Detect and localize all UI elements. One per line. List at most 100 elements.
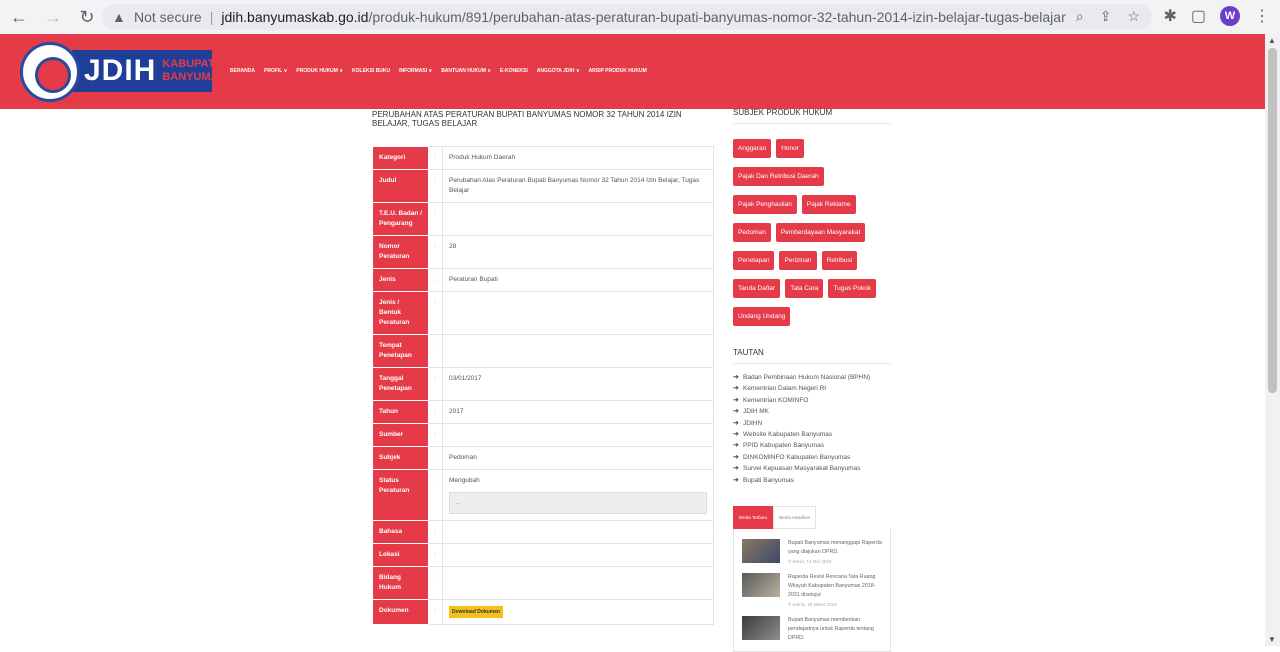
tag-tata-cara[interactable]: Tata Cara [785,279,824,298]
status-value: Mengubah [449,477,480,484]
row-value: Perubahan Atas Peraturan Bupati Banyumas… [442,169,714,203]
menu-arsip-produk-hukum[interactable]: ARSIP PRODUK HUKUM [589,68,647,74]
row-key: Bidang Hukum [372,566,429,600]
row-value [442,423,714,447]
site-header: JDIH KABUPATEN BANYUMAS BERANDA PROFIL ∨… [0,34,1265,109]
table-row: Jenis / Bentuk Peraturan: [372,291,714,335]
link-label: PPID Kabupaten Banyumas [743,442,824,450]
news-thumbnail [742,539,780,564]
row-colon: : [428,291,443,335]
news-body: Bupati Banyumas memberikan pendapatnya u… [788,616,882,643]
news-thumbnail [742,573,780,598]
menu-beranda[interactable]: BERANDA [230,68,255,74]
news-item[interactable]: Bupati Banyumas memberikan pendapatnya u… [742,616,882,643]
table-row: Judul: Perubahan Atas Peraturan Bupati Ba… [372,169,714,203]
scroll-up-icon[interactable]: ▲ [1268,36,1276,45]
tag-perizinan[interactable]: Perizinan [779,251,817,270]
tag-penetapan[interactable]: Penetapan [733,251,775,270]
menu-informasi[interactable]: INFORMASI ∨ [399,68,432,74]
tag-honor[interactable]: Honor [776,139,804,158]
news-body: Raperda Revisi Rencana Tata Ruang Wilaya… [788,573,882,608]
table-row: Kategori: Produk Hukum Daerah [372,146,714,170]
list-item[interactable]: ➔ Website Kabupaten Banyumas [733,429,891,440]
menu-kebab-icon[interactable]: ⋮ [1254,6,1270,26]
browser-actions: ✱ ▢ W ⋮ [1163,6,1270,26]
reload-icon[interactable]: ↻ [78,7,96,28]
link-label: JDIHN [743,419,763,427]
tab-berita-headline[interactable]: Berita Headline [773,506,816,530]
row-colon: : [428,400,443,424]
tag-retribusi[interactable]: Retribusi [821,251,858,270]
arrow-right-icon: ➔ [733,385,739,393]
tag-tugas-pokok[interactable]: Tugas Pokok [828,279,877,298]
address-bar[interactable]: ▲ Not secure | jdih.banyumaskab.go.id /p… [102,4,1152,30]
table-row: Sumber: [372,423,714,447]
tag-pemberdayaan-masyarakat[interactable]: Pemberdayaan Masyarakat [775,223,866,242]
browser-toolbar: ← → ↻ ▲ Not secure | jdih.banyumaskab.go… [0,0,1280,34]
row-value: 03/01/2017 [442,367,714,401]
row-key: Tanggal Penetapan [372,367,429,401]
row-colon: : [428,520,443,544]
zoom-icon[interactable]: ⌕ [1076,8,1084,25]
tag-pajak-reklame[interactable]: Pajak Reklame [801,195,856,214]
list-item[interactable]: ➔ DINKOMINFO Kabupaten Banyumas [733,452,891,463]
list-item[interactable]: ➔ Badan Pembinaan Hukum Nasional (BPHN) [733,372,891,383]
link-label: Kementrian Dalam Negeri RI [743,385,827,393]
link-label: JDIH MK [743,408,769,416]
list-item[interactable]: ➔ PPID Kabupaten Banyumas [733,440,891,451]
table-row: T.E.U. Badan / Pengarang: [372,202,714,236]
row-value [442,291,714,335]
scrollbar-thumb[interactable] [1268,48,1277,393]
tautan-heading: TAUTAN [733,348,891,364]
site-logo[interactable]: JDIH KABUPATEN BANYUMAS [20,42,230,102]
download-document-button[interactable]: Download Dokumen [449,606,504,618]
page-scrollbar[interactable]: ▲ ▼ [1265,34,1280,646]
row-key: Judul [372,169,429,203]
arrow-right-icon: ➔ [733,431,739,439]
row-key: Sumber [372,423,429,447]
tag-pajak-penghasilan[interactable]: Pajak Penghasilan [733,195,797,214]
tag-tanda-daftar[interactable]: Tanda Daftar [733,279,781,298]
extensions-icon[interactable]: ✱ [1163,6,1176,26]
share-icon[interactable]: ⇪ [1100,8,1112,25]
list-item[interactable]: ➔ Kementrian Dalam Negeri RI [733,383,891,394]
tag-pajak-dan-retribusi[interactable]: Pajak Dan Retribusi Daerah [733,167,824,186]
news-title: Raperda Revisi Rencana Tata Ruang Wilaya… [788,574,876,599]
menu-koleksi-buku[interactable]: KOLEKSI BUKU [352,68,390,74]
profile-avatar[interactable]: W [1220,6,1240,26]
news-item[interactable]: Bupati Banyumas menanggapi Raperda yang … [742,539,882,565]
row-value: Peraturan Bupati [442,268,714,292]
row-key: T.E.U. Badan / Pengarang [372,202,429,236]
page-title: PERUBAHAN ATAS PERATURAN BUPATI BANYUMAS… [372,110,682,128]
menu-profil[interactable]: PROFIL ∨ [264,68,287,74]
tag-pedoman[interactable]: Pedoman [733,223,771,242]
link-label: Kementrian KOMINFO [743,396,809,404]
scroll-down-icon[interactable]: ▼ [1268,635,1276,644]
news-item[interactable]: Raperda Revisi Rencana Tata Ruang Wilaya… [742,573,882,608]
tag-undang-undang[interactable]: Undang Undang [733,307,791,326]
list-item[interactable]: ➔ Survei Kepuasan Masyarakat Banyumas [733,463,891,474]
bookmark-star-icon[interactable]: ☆ [1127,8,1140,25]
list-item[interactable]: ➔ JDIH MK [733,406,891,417]
list-item[interactable]: ➔ JDIHN [733,418,891,429]
side-panel-icon[interactable]: ▢ [1191,6,1206,26]
list-item[interactable]: ➔ Kementrian KOMINFO [733,395,891,406]
subjek-tag-list: Anggaran Honor Pajak Dan Retribusi Daera… [733,139,891,326]
not-secure-label: Not secure [134,9,202,25]
forward-icon[interactable]: → [44,7,62,28]
menu-produk-hukum[interactable]: PRODUK HUKUM ∨ [296,68,343,74]
arrow-right-icon: ➔ [733,476,739,484]
row-value [442,543,714,567]
warning-icon[interactable]: ▲ [112,9,128,25]
menu-anggota-jdih[interactable]: ANGGOTA JDIH ∨ [537,68,580,74]
tag-anggaran[interactable]: Anggaran [733,139,772,158]
menu-e-koneksi[interactable]: E-KONEKSI [500,68,528,74]
row-value: 28 [442,235,714,269]
logo-line-2: BANYUMAS [162,71,226,83]
back-icon[interactable]: ← [10,7,28,28]
menu-bantuan-hukum[interactable]: BANTUAN HUKUM ∨ [441,68,491,74]
list-item[interactable]: ➔ Bupati Banyumas [733,475,891,486]
tab-berita-terbaru[interactable]: Berita Terbaru [733,506,774,530]
row-colon: : [428,599,443,625]
globe-emblem-icon [20,42,80,102]
